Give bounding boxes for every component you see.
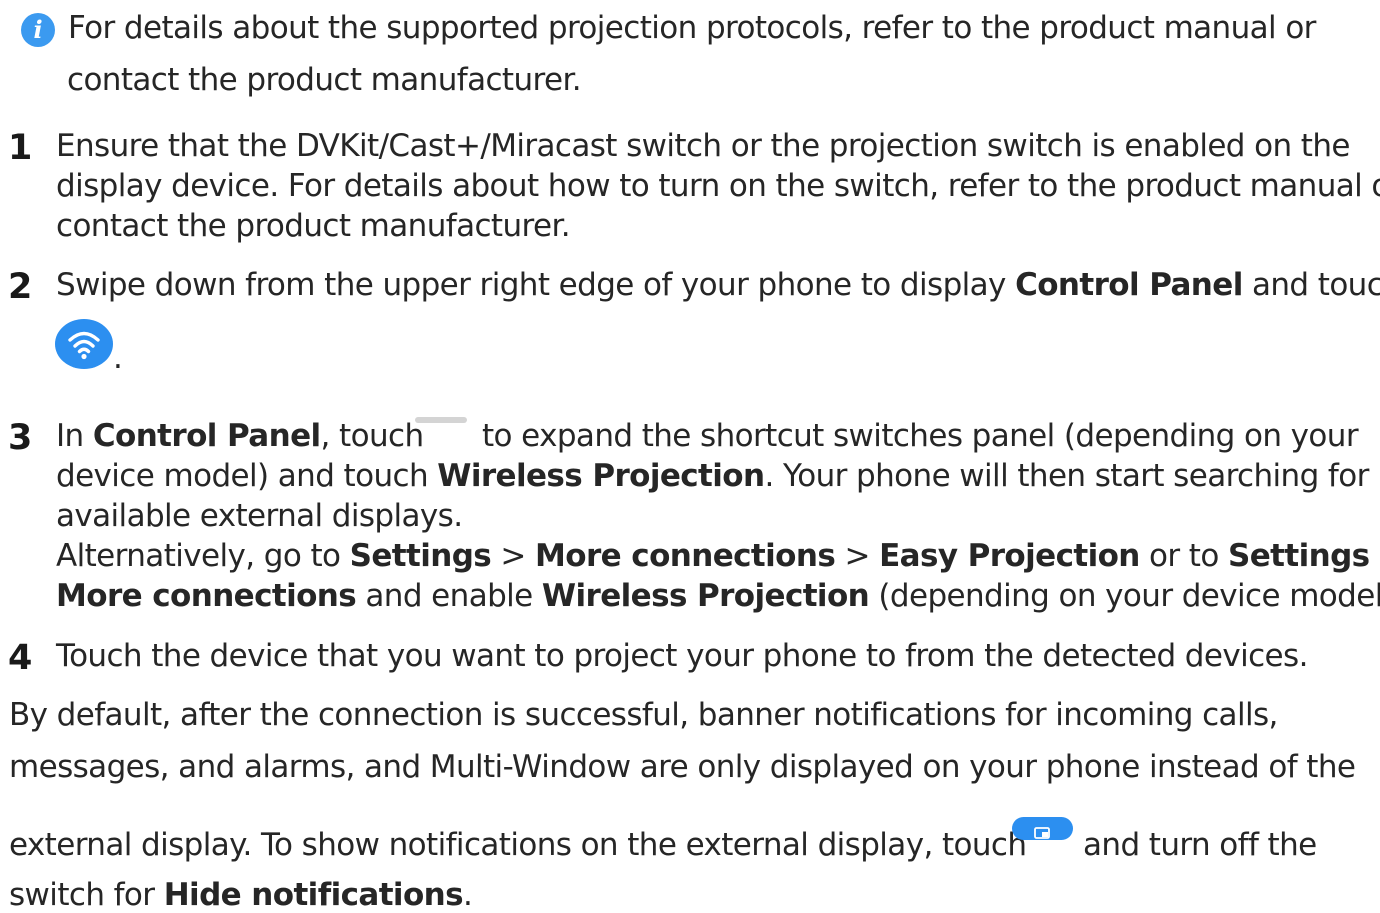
footer-line-2: messages, and alarms, and Multi-Window a… bbox=[9, 749, 1356, 785]
projection-settings-icon bbox=[1012, 817, 1073, 840]
note-line-1: For details about the supported projecti… bbox=[68, 10, 1316, 46]
step-3-line-1b: to expand the shortcut switches panel (d… bbox=[482, 418, 1359, 454]
info-icon: i bbox=[21, 13, 55, 47]
step-3-line-2: device model) and touch Wireless Project… bbox=[56, 458, 1369, 494]
note-line-2: contact the product manufacturer. bbox=[67, 62, 582, 98]
footer-line-1: By default, after the connection is succ… bbox=[9, 697, 1278, 733]
wifi-icon bbox=[55, 319, 113, 369]
hide-notifications-label: Hide notifications bbox=[163, 877, 464, 913]
control-panel-label: Control Panel bbox=[1015, 267, 1243, 303]
step-1-line-1: Ensure that the DVKit/Cast+/Miracast swi… bbox=[56, 128, 1350, 164]
step-number-3: 3 bbox=[8, 418, 33, 458]
step-2-line-1: Swipe down from the upper right edge of … bbox=[56, 267, 1380, 303]
step-1-line-3: contact the product manufacturer. bbox=[56, 208, 571, 244]
step-number-2: 2 bbox=[8, 267, 33, 307]
footer-line-3a: external display. To show notifications … bbox=[9, 827, 1027, 863]
step-2-period: . bbox=[113, 340, 123, 376]
expand-bar-icon bbox=[415, 417, 467, 423]
step-3-line-3: available external displays. bbox=[56, 498, 463, 534]
footer-line-3b: and turn off the bbox=[1083, 827, 1317, 863]
step-3-line-1a: In Control Panel, touch bbox=[56, 418, 424, 454]
step-4-text: Touch the device that you want to projec… bbox=[56, 638, 1308, 674]
step-1-line-2: display device. For details about how to… bbox=[56, 168, 1380, 204]
step-number-1: 1 bbox=[8, 128, 33, 168]
footer-line-4: switch for Hide notifications. bbox=[9, 877, 473, 913]
step-3-line-5: More connections and enable Wireless Pro… bbox=[56, 578, 1380, 614]
step-3-line-4: Alternatively, go to Settings > More con… bbox=[56, 538, 1380, 574]
step-number-4: 4 bbox=[8, 638, 33, 678]
